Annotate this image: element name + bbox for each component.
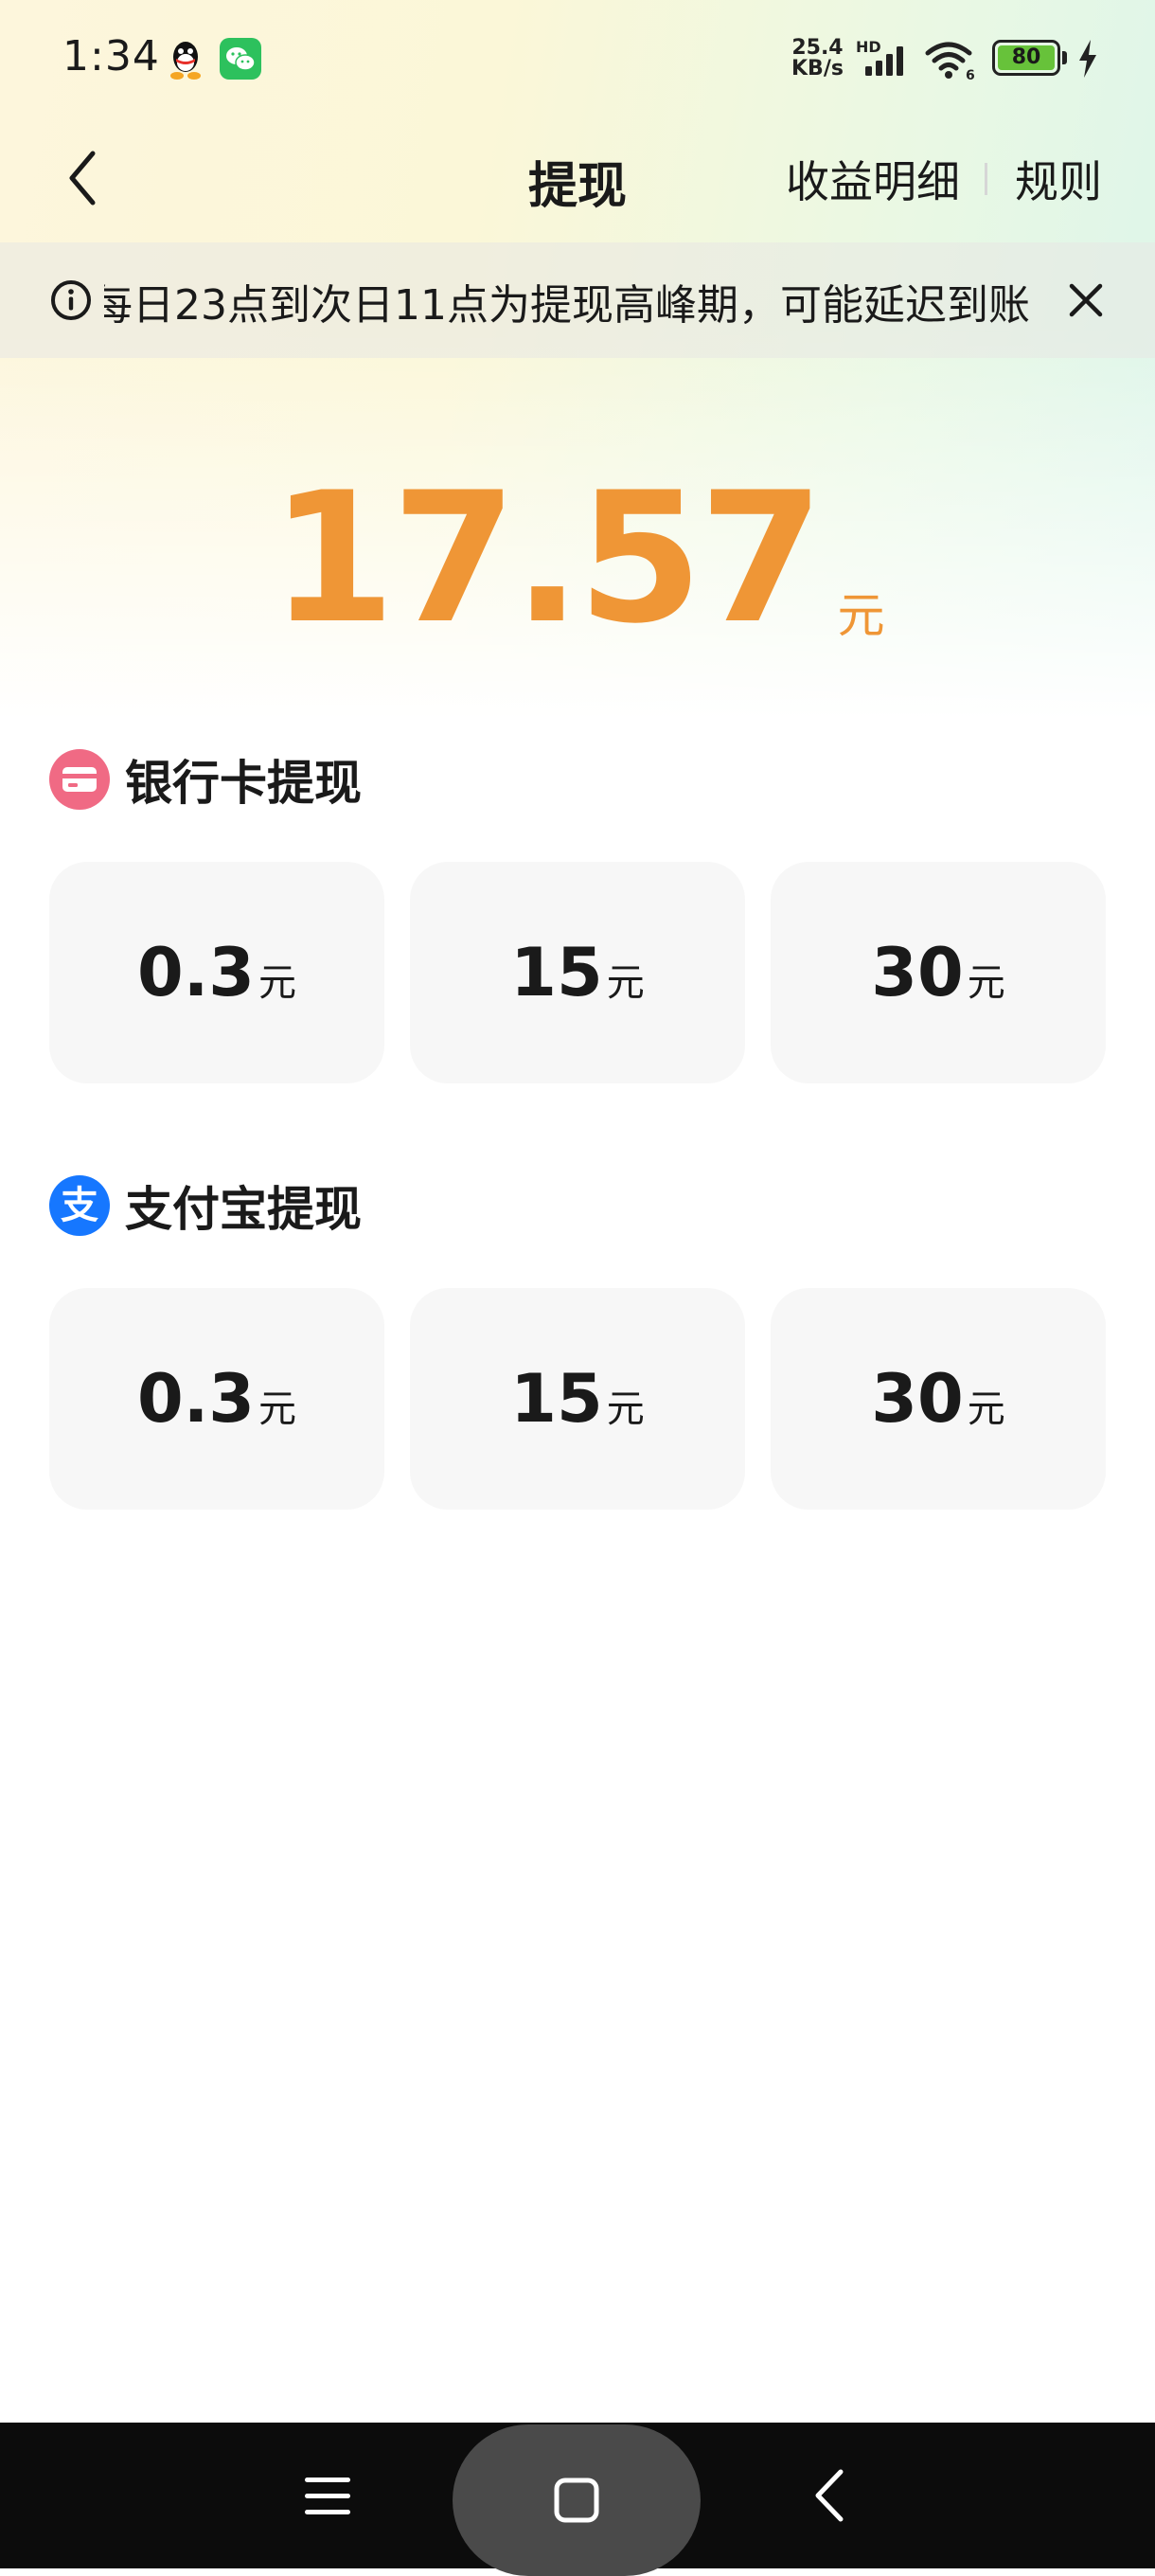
alipay-option-row: 0.3 元 15 元 30 元 xyxy=(49,1288,1106,1510)
chevron-left-icon xyxy=(69,151,96,206)
bank-option-card[interactable]: 15 元 xyxy=(410,862,745,1083)
option-unit: 元 xyxy=(967,961,1005,1005)
page-title: 提现 xyxy=(527,158,627,215)
bank-option-card[interactable]: 30 元 xyxy=(771,862,1106,1083)
battery-cap xyxy=(1062,51,1067,64)
square-icon xyxy=(554,2478,599,2523)
bank-section-title: 银行卡提现 xyxy=(125,756,362,811)
battery-level: 80 xyxy=(998,45,1055,70)
qq-icon xyxy=(170,42,201,80)
wifi-icon: 6 xyxy=(925,42,975,81)
alipay-option-card[interactable]: 15 元 xyxy=(410,1288,745,1510)
nav-divider xyxy=(985,163,987,195)
notice-bar: 每日23点到次日11点为提现高峰期，可能延迟到账 xyxy=(0,242,1155,358)
cellular-signal-icon xyxy=(865,46,903,76)
balance-amount: 17.57 xyxy=(270,454,825,663)
alipay-option-card[interactable]: 30 元 xyxy=(771,1288,1106,1510)
alipay-icon: 支 xyxy=(49,1175,110,1236)
option-amount: 15 xyxy=(510,1360,603,1438)
status-bar: 1:34 25.4 KB/s HD 6 80 xyxy=(0,0,1155,119)
option-amount: 15 xyxy=(510,934,603,1011)
option-unit: 元 xyxy=(258,1387,296,1431)
network-speed: 25.4 KB/s xyxy=(791,36,844,80)
option-amount: 30 xyxy=(871,1360,964,1438)
alipay-section-header: 支 支付宝提现 xyxy=(49,1172,362,1239)
home-button[interactable] xyxy=(453,2424,701,2576)
balance-unit: 元 xyxy=(837,588,885,643)
option-amount: 30 xyxy=(871,934,964,1011)
menu-icon[interactable] xyxy=(299,2470,356,2523)
balance-display: 17.57 元 xyxy=(0,464,1155,653)
option-amount: 0.3 xyxy=(136,934,255,1011)
option-unit: 元 xyxy=(967,1387,1005,1431)
option-amount: 0.3 xyxy=(136,1360,255,1438)
system-nav-bar xyxy=(0,2423,1155,2576)
system-back-icon[interactable] xyxy=(807,2466,854,2525)
wechat-icon xyxy=(220,38,261,80)
battery-indicator: 80 xyxy=(992,40,1060,76)
alipay-section-title: 支付宝提现 xyxy=(125,1182,362,1237)
notice-text: 每日23点到次日11点为提现高峰期，可能延迟到账 xyxy=(104,281,1030,330)
alipay-option-card[interactable]: 0.3 元 xyxy=(49,1288,384,1510)
bank-option-card[interactable]: 0.3 元 xyxy=(49,862,384,1083)
back-button[interactable] xyxy=(47,142,119,214)
bank-option-row: 0.3 元 15 元 30 元 xyxy=(49,862,1106,1083)
notice-marquee: 每日23点到次日11点为提现高峰期，可能延迟到账 xyxy=(104,242,1051,358)
status-time: 1:34 xyxy=(62,32,160,80)
close-icon[interactable] xyxy=(1062,277,1110,324)
svg-text:6: 6 xyxy=(966,68,975,81)
bank-section-header: 银行卡提现 xyxy=(49,746,362,813)
charging-icon xyxy=(1079,40,1096,78)
option-unit: 元 xyxy=(258,961,296,1005)
rules-link[interactable]: 规则 xyxy=(1015,148,1102,210)
nav-bar: 提现 收益明细 规则 xyxy=(0,119,1155,239)
bank-card-icon xyxy=(49,749,110,810)
option-unit: 元 xyxy=(606,1387,645,1431)
income-detail-link[interactable]: 收益明细 xyxy=(786,148,960,210)
option-unit: 元 xyxy=(606,961,645,1005)
info-icon xyxy=(51,280,91,320)
